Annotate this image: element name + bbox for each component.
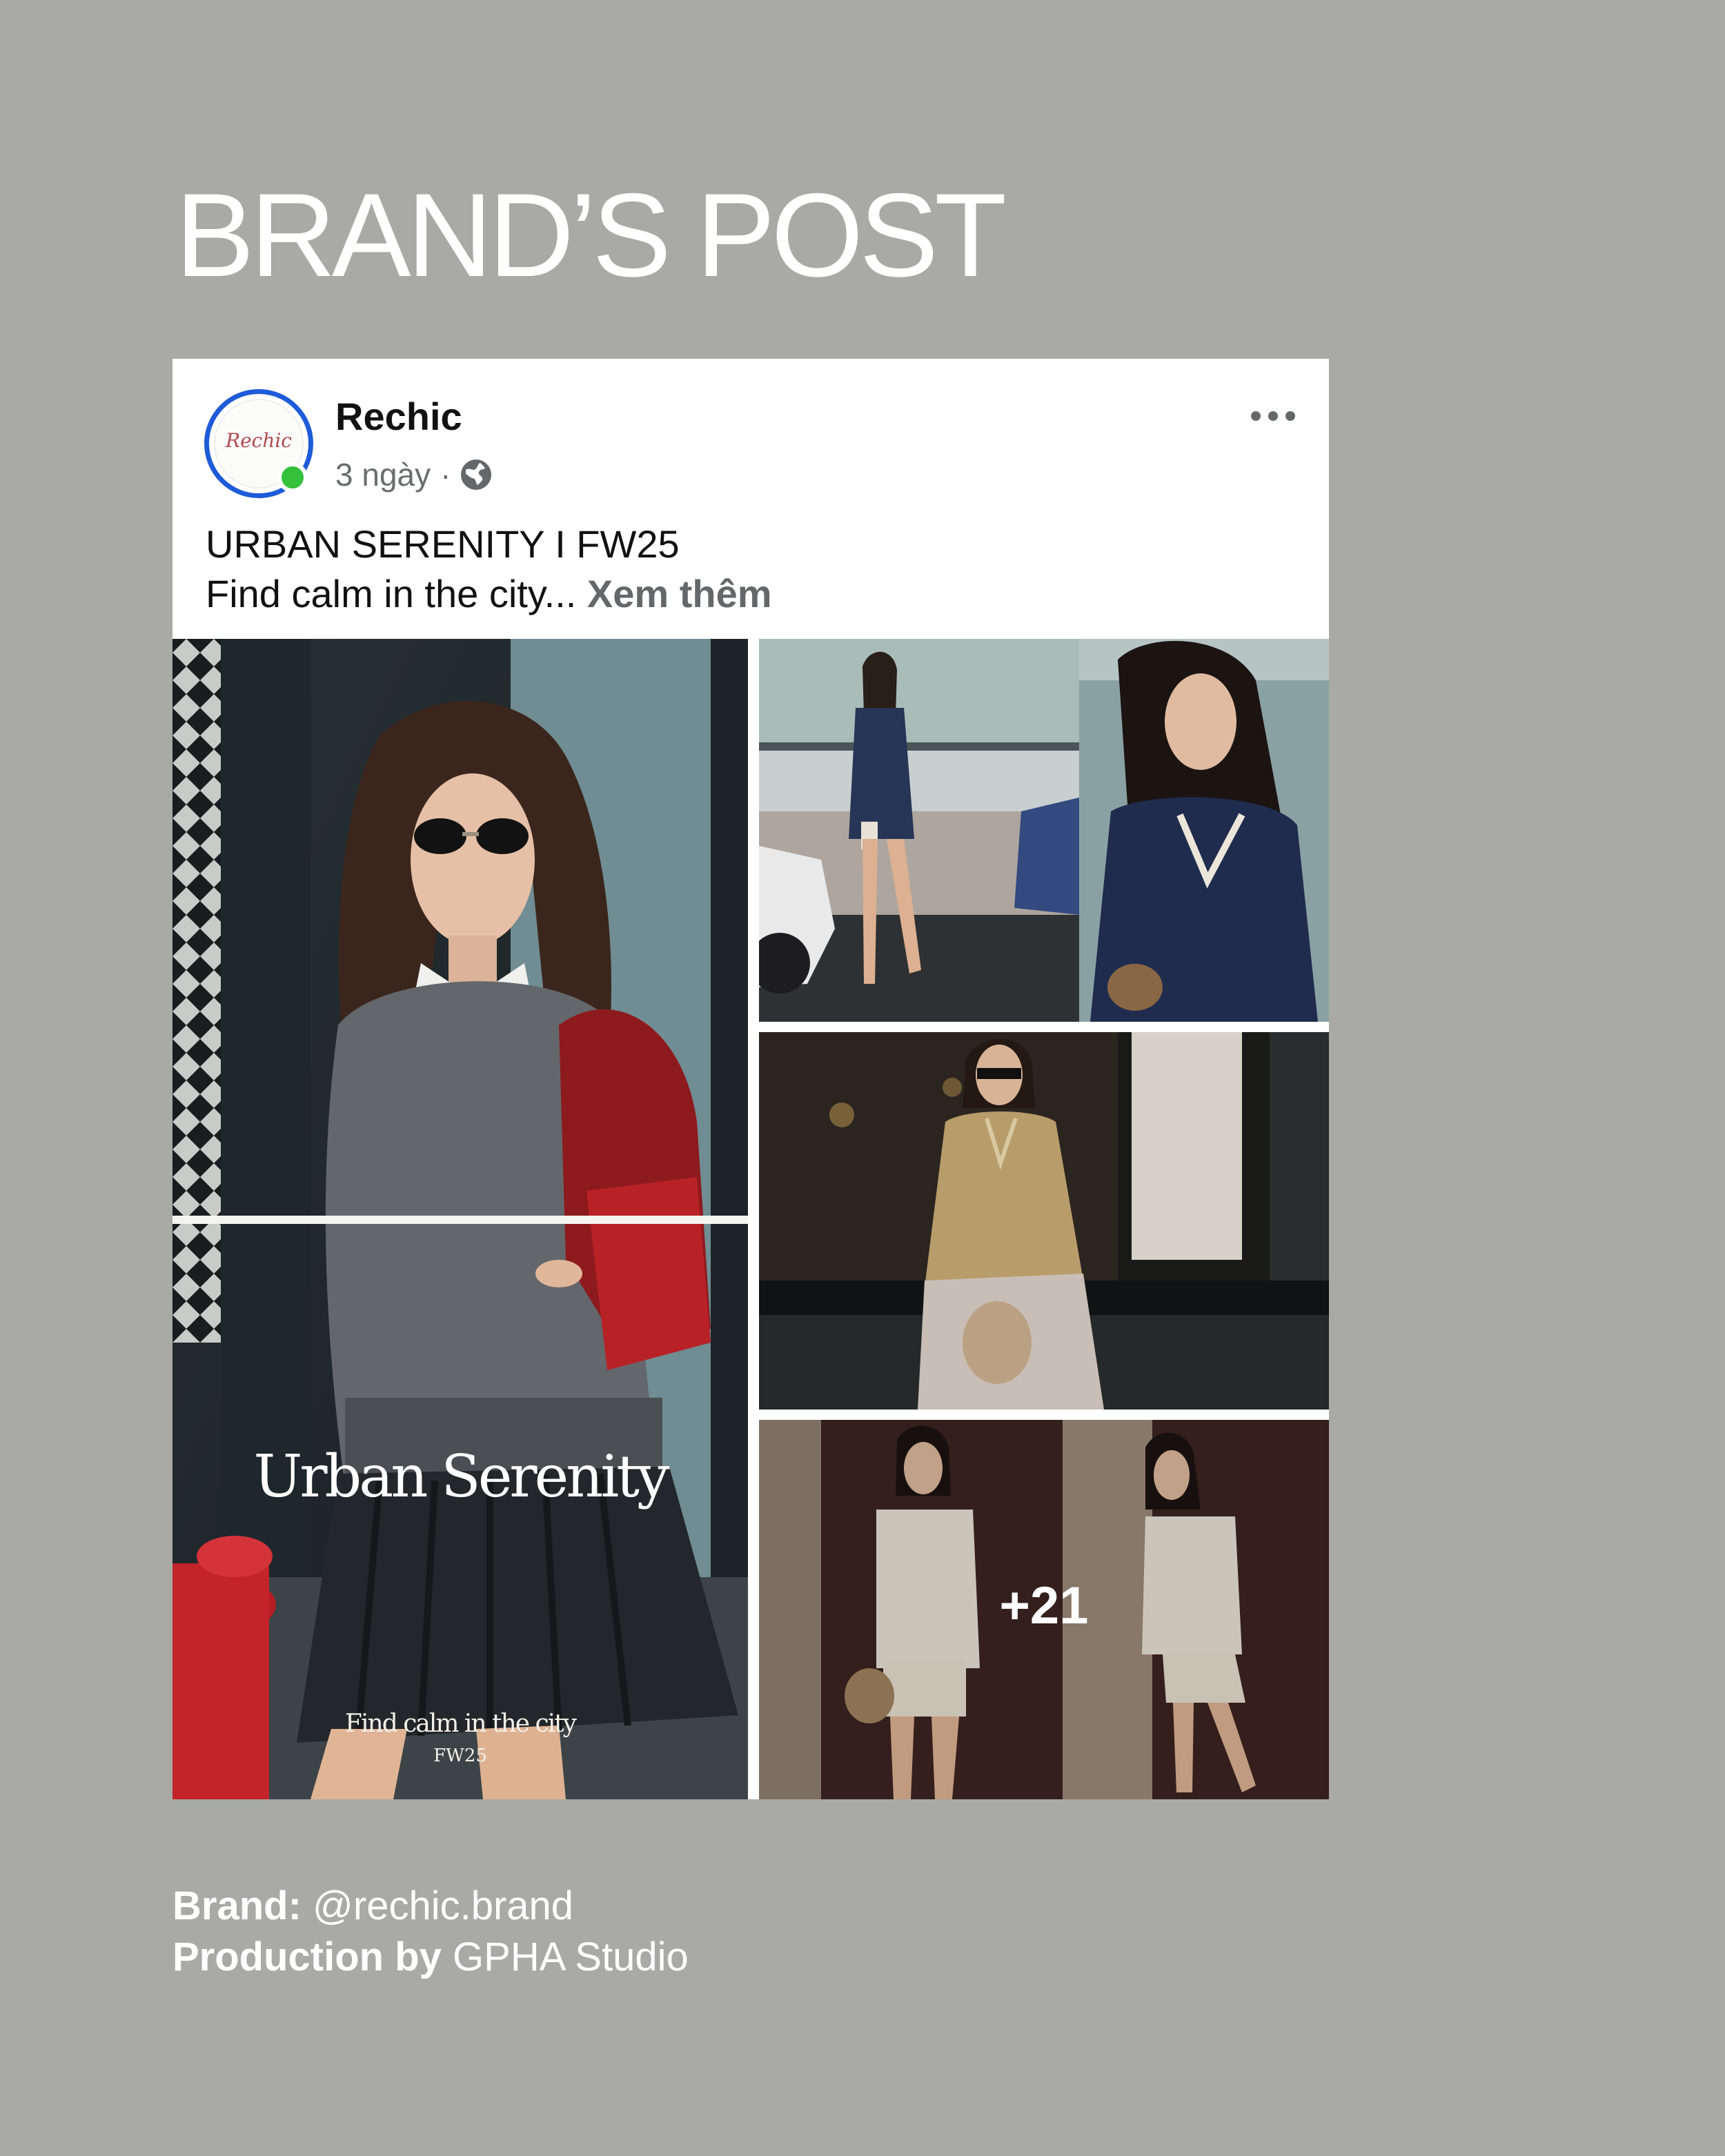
more-options-icon bbox=[1251, 411, 1295, 421]
photo-divider bbox=[172, 1216, 748, 1224]
photo-street-vest[interactable] bbox=[759, 639, 1329, 1022]
see-more-link[interactable]: Xem thêm bbox=[587, 572, 772, 615]
caption-line-1: URBAN SERENITY I FW25 bbox=[206, 522, 680, 566]
photo-satin-blouse-image bbox=[759, 1032, 1329, 1410]
page-name-link[interactable]: Rechic bbox=[335, 397, 462, 436]
photo-overlay-season: FW25 bbox=[433, 1745, 487, 1766]
photo-main[interactable]: Urban Serenity Find calm in the city FW2… bbox=[172, 639, 748, 1799]
photo-more-overlay[interactable]: +21 bbox=[759, 1420, 1329, 1799]
photo-overlay-title: Urban Serenity bbox=[253, 1443, 670, 1510]
online-status-icon bbox=[277, 462, 308, 493]
post-header: Rechic Rechic 3 ngày · URBAN SERENITY I … bbox=[172, 359, 1329, 639]
brand-handle: @rechic.brand bbox=[313, 1883, 574, 1928]
photo-grid: Urban Serenity Find calm in the city FW2… bbox=[172, 639, 1329, 1799]
post-caption: URBAN SERENITY I FW25 Find calm in the c… bbox=[206, 520, 772, 619]
production-studio: GPHA Studio bbox=[453, 1935, 689, 1979]
production-credit: Production by GPHA Studio bbox=[172, 1932, 689, 1983]
page-heading: BRAND’S POST bbox=[175, 169, 1007, 301]
production-label: Production by bbox=[172, 1935, 442, 1979]
more-options-button[interactable] bbox=[1242, 399, 1304, 433]
brand-credit: Brand: @rechic.brand bbox=[172, 1881, 689, 1932]
post-meta: 3 ngày · bbox=[335, 454, 493, 495]
more-photos-count: +21 bbox=[999, 1576, 1089, 1635]
brand-logo-text: Rechic bbox=[225, 429, 292, 452]
photo-overlay-subtitle: Find calm in the city bbox=[345, 1710, 577, 1738]
globe-icon bbox=[459, 457, 493, 492]
post-time[interactable]: 3 ngày bbox=[335, 456, 431, 493]
photo-satin-blouse[interactable] bbox=[759, 1032, 1329, 1410]
social-post-card: Rechic Rechic 3 ngày · URBAN SERENITY I … bbox=[172, 359, 1329, 1799]
photo-street-vest-image bbox=[759, 639, 1329, 1022]
caption-text: Find calm in the city... bbox=[206, 572, 577, 615]
brand-label: Brand: bbox=[172, 1883, 302, 1928]
caption-line-2: Find calm in the city... Xem thêm bbox=[206, 569, 772, 619]
credits: Brand: @rechic.brand Production by GPHA … bbox=[172, 1881, 689, 1983]
meta-separator: · bbox=[440, 457, 451, 493]
